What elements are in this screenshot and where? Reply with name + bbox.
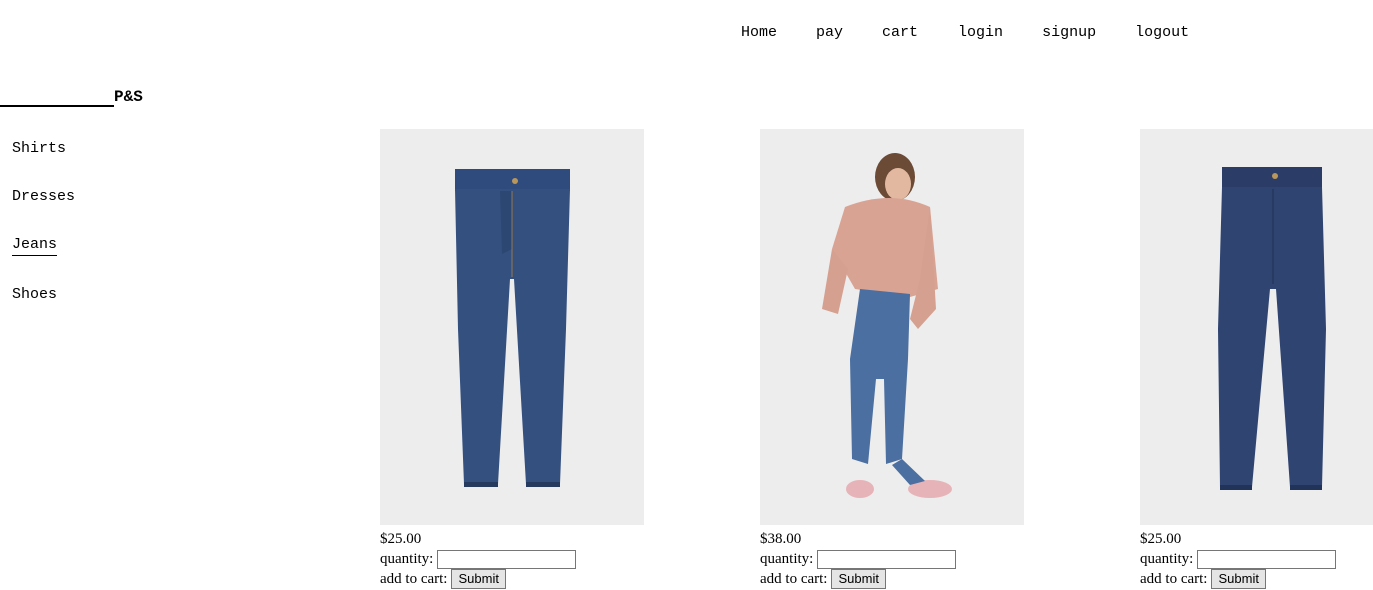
category-link-dresses[interactable]: Dresses [12,188,75,206]
jeans-illustration [380,129,644,525]
product-price: $38.00 [760,531,802,547]
quantity-label: quantity: [380,551,434,567]
submit-button[interactable]: Submit [1211,569,1266,589]
quantity-label: quantity: [1140,551,1194,567]
product-card: $25.00 quantity: add to cart: Submit [1140,129,1373,589]
category-link-shirts[interactable]: Shirts [12,140,66,158]
brand-logo: P&S [114,88,143,106]
quantity-label: quantity: [760,551,814,567]
add-to-cart-row: add to cart: Submit [1140,569,1373,589]
nav-logout-link[interactable]: logout [1135,24,1189,42]
nav-login-link[interactable]: login [958,24,1003,42]
model-illustration [760,129,1024,525]
model-wearing-jeans-photo [760,129,1024,525]
quantity-input[interactable] [437,549,577,569]
nav-signup-link[interactable]: signup [1042,24,1096,42]
quantity-row: quantity: [1140,549,1373,569]
submit-button[interactable]: Submit [831,569,886,589]
nav-cart-link[interactable]: cart [882,24,918,42]
jeans-product-photo [380,129,644,525]
category-sidebar: Shirts Dresses Jeans Shoes [12,140,75,334]
quantity-input[interactable] [1197,549,1337,569]
jeans-illustration [1140,129,1373,525]
add-to-cart-label: add to cart: [1140,571,1208,587]
add-to-cart-label: add to cart: [380,571,448,587]
nav-home-link[interactable]: Home [741,24,777,42]
product-price: $25.00 [380,531,422,547]
top-nav: Home pay cart login signup logout [741,24,1189,42]
nav-pay-link[interactable]: pay [816,24,843,42]
submit-button[interactable]: Submit [451,569,506,589]
category-link-jeans[interactable]: Jeans [12,236,58,256]
add-to-cart-row: add to cart: Submit [760,569,1024,589]
add-to-cart-label: add to cart: [760,571,828,587]
brand-underline-divider [0,105,114,107]
add-to-cart-row: add to cart: Submit [380,569,644,589]
product-card: $25.00 quantity: add to cart: Submit [380,129,644,589]
product-price: $25.00 [1140,531,1182,547]
quantity-row: quantity: [380,549,644,569]
quantity-row: quantity: [760,549,1024,569]
quantity-input[interactable] [817,549,957,569]
jeans-product-photo [1140,129,1373,525]
product-card: $38.00 quantity: add to cart: Submit [760,129,1024,589]
category-link-shoes[interactable]: Shoes [12,286,57,304]
